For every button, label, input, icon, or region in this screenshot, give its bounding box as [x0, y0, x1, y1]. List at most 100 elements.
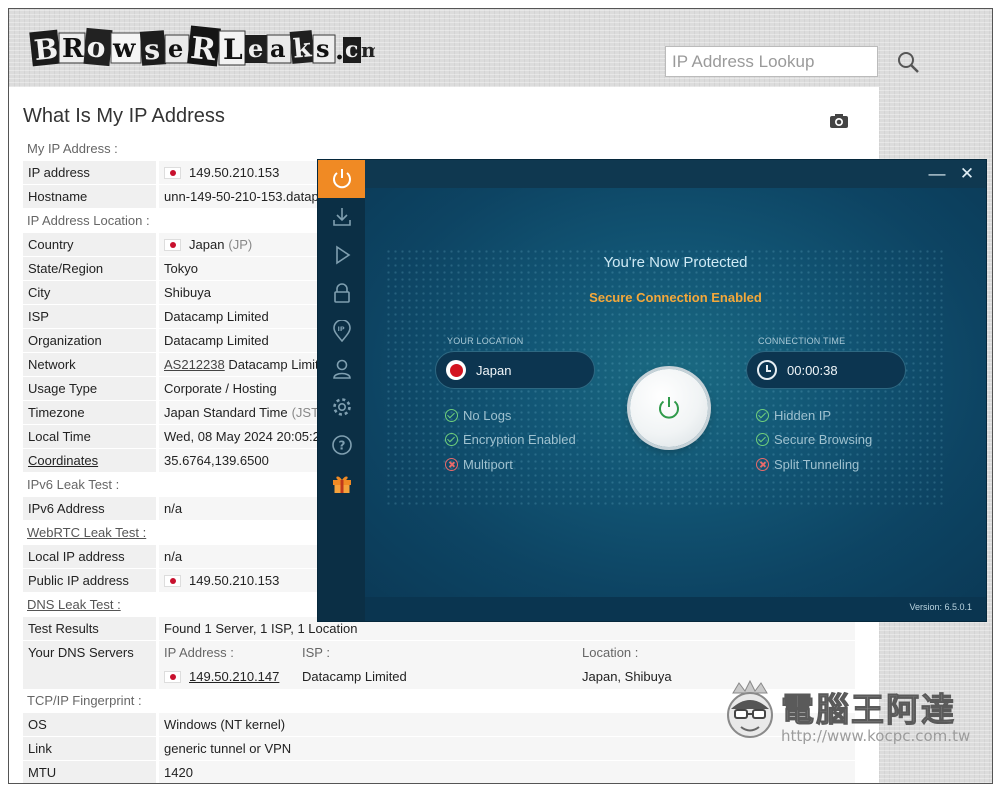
play-icon	[335, 245, 350, 265]
sidebar-item-account[interactable]	[318, 350, 365, 388]
row-label: Country	[23, 233, 156, 256]
coordinates-link[interactable]: Coordinates	[28, 453, 98, 468]
feature-multiport: Multiport	[445, 457, 513, 472]
page-title: What Is My IP Address	[23, 105, 225, 127]
asn-link[interactable]: AS212238	[164, 353, 225, 376]
connect-power-button[interactable]	[630, 369, 708, 447]
svg-text:k: k	[292, 33, 314, 65]
row-label: Organization	[23, 329, 156, 352]
row-label: OS	[23, 713, 156, 736]
connection-time-value: 00:00:38	[787, 362, 838, 378]
gift-icon	[332, 476, 351, 493]
japan-flag-icon	[164, 671, 181, 683]
secure-connection-status: Secure Connection Enabled	[589, 290, 762, 305]
sidebar-item-connect[interactable]	[318, 160, 365, 198]
row-label: Usage Type	[23, 377, 156, 400]
vpn-statusbar: Version: 6.5.0.1	[365, 597, 986, 621]
lock-icon	[333, 283, 350, 303]
gear-icon	[332, 398, 351, 416]
cross-icon	[756, 458, 769, 471]
feature-label: Split Tunneling	[774, 457, 860, 472]
row-label: Network	[23, 353, 156, 376]
feature-no-logs: No Logs	[445, 408, 511, 423]
sidebar-item-gift[interactable]	[318, 464, 365, 502]
sidebar-item-settings[interactable]	[318, 388, 365, 426]
sidebar-item-ip[interactable]: IP	[318, 312, 365, 350]
dns-table-header: Your DNS Servers IP Address : ISP : Loca…	[23, 641, 855, 665]
row-label	[23, 665, 156, 689]
japan-flag-icon	[164, 574, 181, 587]
sidebar-item-security[interactable]	[318, 274, 365, 312]
feature-label: No Logs	[463, 408, 512, 423]
watermark-url: http://www.kocpc.com.tw	[781, 727, 971, 745]
sidebar-item-download[interactable]	[318, 198, 365, 236]
ip-lookup-search[interactable]	[665, 46, 919, 77]
svg-text:s: s	[316, 34, 330, 63]
check-icon	[445, 409, 458, 422]
webrtc-link[interactable]: WebRTC Leak Test :	[27, 525, 146, 540]
feature-hidden-ip: Hidden IP	[756, 408, 831, 423]
search-icon[interactable]	[893, 47, 923, 77]
svg-text:o: o	[86, 30, 107, 65]
svg-text:?: ?	[338, 439, 345, 453]
vpn-app-window: IP ? — ✕ You're Now Protected Secure Con…	[317, 159, 987, 622]
svg-text:e: e	[248, 34, 263, 63]
cross-icon	[445, 458, 458, 471]
feature-label: Encryption Enabled	[463, 432, 576, 447]
help-icon: ?	[331, 435, 352, 455]
power-icon	[332, 169, 351, 189]
check-icon	[756, 433, 769, 446]
search-input[interactable]	[666, 47, 893, 76]
timezone-value: Japan Standard Time	[164, 404, 288, 420]
mtu-value: 1420	[159, 761, 855, 783]
logo-graphic: B R o w s e R L e a k s . c	[29, 25, 375, 69]
country-value: Japan	[189, 236, 225, 252]
row-label: MTU	[23, 761, 156, 783]
feature-label: Secure Browsing	[774, 432, 873, 447]
power-icon	[659, 397, 679, 419]
row-label: IP address	[23, 161, 156, 184]
dns-col-ip: IP Address :	[159, 641, 297, 665]
version-label: Version: 6.5.0.1	[909, 602, 972, 612]
sidebar-item-play[interactable]	[318, 236, 365, 274]
sidebar-item-help[interactable]: ?	[318, 426, 365, 464]
mascot-icon	[727, 679, 773, 738]
svg-text:a: a	[270, 34, 286, 63]
connection-time-display: 00:00:38	[746, 351, 906, 389]
row-label: IPv6 Address	[23, 497, 156, 520]
feature-secure-browsing: Secure Browsing	[756, 432, 872, 447]
svg-text:R: R	[189, 31, 219, 69]
svg-text:L: L	[223, 33, 243, 66]
dns-leak-link[interactable]: DNS Leak Test :	[27, 597, 121, 612]
svg-text:s: s	[143, 33, 161, 67]
dns-col-isp: ISP :	[297, 641, 577, 665]
dns-ip-link[interactable]: 149.50.210.147	[189, 665, 279, 689]
clock-icon	[757, 360, 777, 380]
user-icon	[332, 359, 351, 379]
protection-status: You're Now Protected	[603, 254, 748, 271]
svg-text:R: R	[62, 34, 84, 64]
public-ip-value: 149.50.210.153	[189, 572, 280, 588]
row-label: Test Results	[23, 617, 156, 640]
feature-split-tunneling: Split Tunneling	[756, 457, 859, 472]
country-code: (JP)	[228, 236, 253, 252]
ip-address-value: 149.50.210.153	[189, 164, 280, 180]
location-selector[interactable]: Japan	[435, 351, 595, 389]
svg-text:w: w	[112, 34, 136, 64]
table-row: MTU 1420	[23, 761, 855, 783]
watermark-title: 電腦王阿達	[781, 690, 956, 730]
japan-flag-icon	[446, 360, 466, 380]
svg-text:.: .	[335, 36, 344, 66]
minimize-button[interactable]: —	[928, 164, 946, 184]
svg-text:e: e	[168, 34, 183, 63]
dns-col-location: Location :	[577, 641, 855, 665]
section-my-ip: My IP Address :	[27, 141, 118, 156]
close-button[interactable]: ✕	[958, 164, 976, 184]
site-logo[interactable]: B R o w s e R L e a k s . c	[25, 19, 375, 77]
your-location-label: YOUR LOCATION	[447, 336, 524, 346]
svg-text:IP: IP	[337, 325, 344, 333]
location-value: Japan	[476, 362, 512, 378]
ip-pin-icon: IP	[332, 320, 351, 342]
dns-ip-cell: 149.50.210.147	[159, 665, 297, 689]
camera-icon[interactable]	[829, 113, 849, 129]
